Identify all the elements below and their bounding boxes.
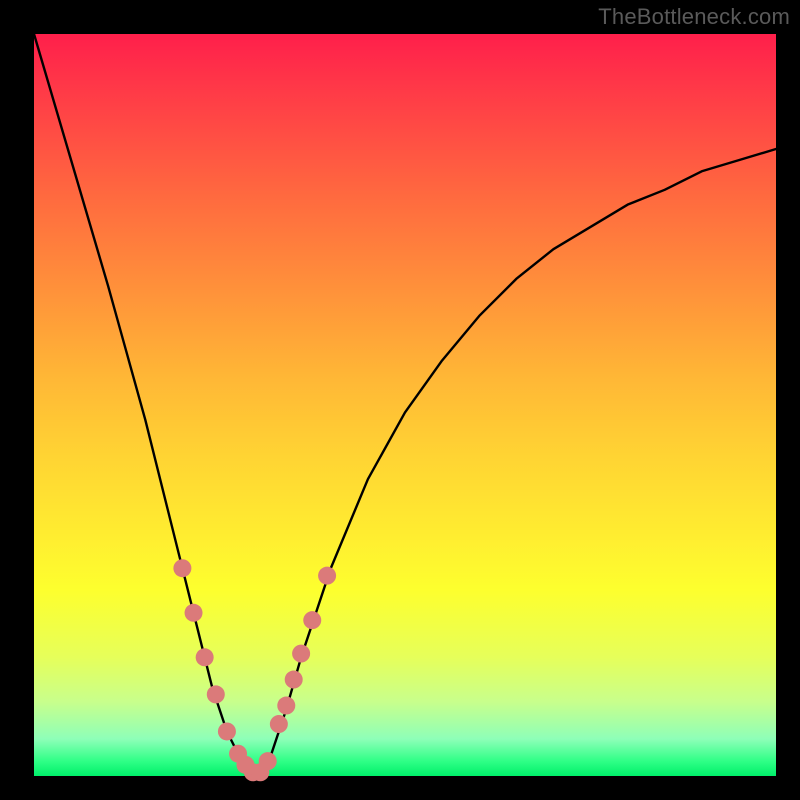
marker-dot <box>218 722 236 740</box>
chart-canvas: TheBottleneck.com <box>0 0 800 800</box>
marker-dot <box>285 671 303 689</box>
marker-dot <box>277 697 295 715</box>
marker-dot <box>207 685 225 703</box>
marker-dot <box>292 645 310 663</box>
marker-dot <box>270 715 288 733</box>
curve-line <box>34 34 776 776</box>
marker-dot <box>173 559 191 577</box>
marker-dot <box>185 604 203 622</box>
marker-dot <box>303 611 321 629</box>
chart-svg <box>0 0 800 800</box>
marker-group <box>173 559 336 781</box>
marker-dot <box>318 567 336 585</box>
marker-dot <box>196 648 214 666</box>
marker-dot <box>259 752 277 770</box>
watermark-text: TheBottleneck.com <box>598 4 790 30</box>
